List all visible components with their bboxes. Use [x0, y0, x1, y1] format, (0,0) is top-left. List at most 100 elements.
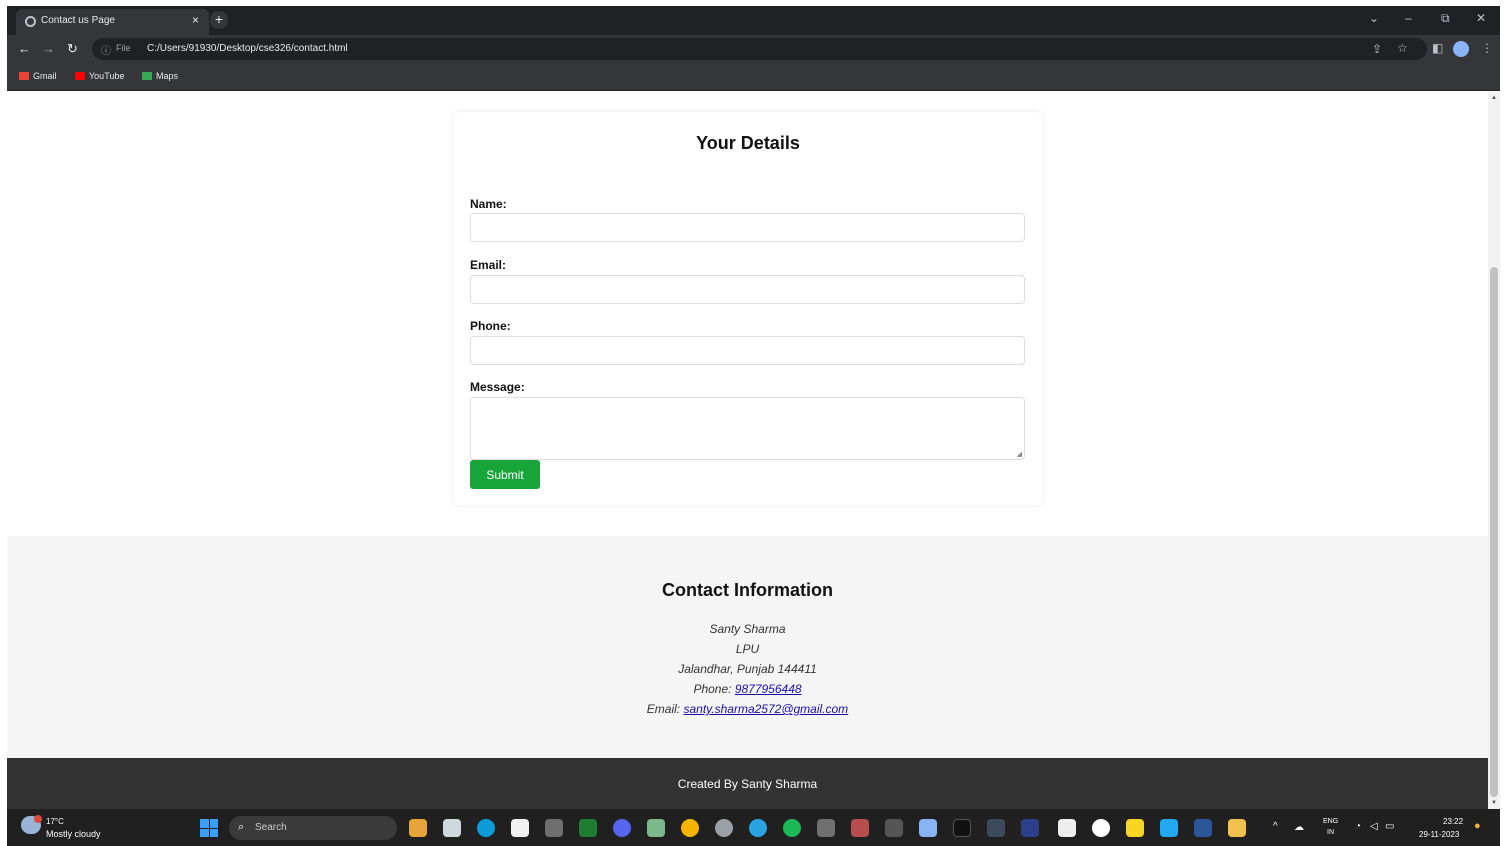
windows-taskbar: 17°C Mostly cloudy ⌕ Search ^ ☁ ENG IN ◔… — [7, 809, 1500, 846]
app-icon-18[interactable] — [987, 819, 1005, 837]
contact-name: Santy Sharma — [709, 622, 786, 636]
url-text[interactable]: C:/Users/91930/Desktop/cse326/contact.ht… — [147, 43, 348, 54]
close-tab-icon[interactable]: × — [192, 13, 199, 27]
app-icon-5[interactable] — [545, 819, 563, 837]
app-icon-22[interactable] — [1126, 819, 1144, 837]
page-footer: Created By Santy Sharma — [7, 758, 1488, 809]
edge-icon[interactable] — [477, 819, 495, 837]
store-icon[interactable] — [511, 819, 529, 837]
youtube-icon — [75, 72, 85, 80]
close-window-icon[interactable]: ✕ — [1476, 11, 1486, 25]
word-icon[interactable] — [1194, 819, 1212, 837]
name-label: Name: — [470, 197, 507, 211]
github-icon[interactable] — [1092, 819, 1110, 837]
bookmark-gmail[interactable]: Gmail — [19, 71, 57, 81]
clock-date[interactable]: 29-11-2023 — [1419, 830, 1459, 839]
spotify-icon[interactable] — [783, 819, 801, 837]
search-label: Search — [255, 822, 287, 833]
browser-toolbar: ← → ↻ ⓘ File C:/Users/91930/Desktop/cse3… — [7, 35, 1500, 63]
app-icon-13[interactable] — [817, 819, 835, 837]
bookmarks-bar: Gmail YouTube Maps — [7, 63, 1500, 91]
menu-kebab-icon[interactable]: ⋮ — [1481, 41, 1493, 55]
tab-search-icon[interactable]: ⌄ — [1369, 11, 1379, 25]
contact-email-line: Email: santy.sharma2572@gmail.com — [7, 702, 1488, 716]
app-icon-19[interactable] — [1021, 819, 1039, 837]
telegram-icon[interactable] — [749, 819, 767, 837]
region-indicator[interactable]: IN — [1327, 829, 1334, 836]
globe-icon — [25, 16, 36, 27]
app-icon-8[interactable] — [647, 819, 665, 837]
app-icon-1[interactable] — [409, 819, 427, 837]
profile-avatar[interactable] — [1453, 41, 1469, 57]
contact-org: LPU — [735, 642, 760, 656]
file-explorer-icon[interactable] — [1228, 819, 1246, 837]
forward-icon[interactable]: → — [42, 41, 55, 56]
submit-button[interactable]: Submit — [470, 460, 540, 489]
message-label: Message: — [470, 380, 525, 394]
weather-alert-icon — [34, 815, 42, 823]
footer-text: Created By Santy Sharma — [677, 777, 818, 791]
scroll-down-icon[interactable]: ▼ — [1491, 800, 1497, 806]
wifi-icon[interactable]: ◔ — [1355, 821, 1361, 832]
app-icon-15[interactable] — [885, 819, 903, 837]
discord-icon[interactable] — [613, 819, 631, 837]
name-input[interactable] — [470, 213, 1025, 242]
phone-input[interactable] — [470, 336, 1025, 365]
app-icon-6[interactable] — [579, 819, 597, 837]
contact-title: Contact Information — [662, 580, 833, 600]
minimize-icon[interactable]: – — [1405, 11, 1412, 25]
app-icon-2[interactable] — [443, 819, 461, 837]
page-viewport: Your Details Name: Email: Phone: Message… — [7, 92, 1488, 809]
details-form-card: Your Details Name: Email: Phone: Message… — [454, 112, 1042, 505]
tray-overflow-icon[interactable]: ^ — [1273, 821, 1278, 832]
volume-icon[interactable]: ◁ — [1370, 821, 1378, 832]
email-link[interactable]: santy.sharma2572@gmail.com — [683, 702, 848, 716]
phone-link[interactable]: 9877956448 — [735, 682, 802, 696]
search-icon: ⌕ — [238, 821, 245, 833]
page-scrollbar[interactable]: ▲ ▼ — [1488, 92, 1500, 809]
bookmark-youtube[interactable]: YouTube — [75, 71, 124, 81]
phone-prefix: Phone: — [693, 682, 735, 696]
app-icon-16[interactable] — [919, 819, 937, 837]
bookmark-maps[interactable]: Maps — [142, 71, 178, 81]
address-bar[interactable]: ⓘ File C:/Users/91930/Desktop/cse326/con… — [92, 38, 1427, 60]
phone-label: Phone: — [470, 319, 511, 333]
contact-address: Jalandhar, Punjab 144411 — [678, 662, 817, 676]
contact-information-section: Contact Information Santy Sharma LPU Jal… — [7, 536, 1488, 758]
side-panel-icon[interactable]: ◧ — [1432, 41, 1443, 55]
bookmark-star-icon[interactable]: ☆ — [1397, 41, 1408, 55]
tab-contact-us[interactable]: Contact us Page × — [16, 9, 209, 35]
email-label: Email: — [470, 258, 507, 272]
scroll-up-icon[interactable]: ▲ — [1491, 95, 1497, 101]
windows-start-icon[interactable] — [200, 819, 218, 837]
chrome-icon[interactable] — [681, 819, 699, 837]
notification-bell-icon[interactable]: ● — [1474, 820, 1481, 832]
app-icon-14[interactable] — [851, 819, 869, 837]
app-icon-20[interactable] — [1058, 819, 1076, 837]
battery-icon[interactable]: ▭ — [1385, 821, 1394, 832]
weather-temperature[interactable]: 17°C — [46, 817, 64, 826]
gmail-icon — [19, 72, 29, 80]
email-prefix: Email: — [646, 702, 684, 716]
file-scheme-label: File — [116, 43, 131, 53]
app-icon-17[interactable] — [953, 819, 971, 837]
new-tab-button[interactable]: + — [210, 11, 228, 29]
reload-icon[interactable]: ↻ — [67, 41, 78, 57]
back-icon[interactable]: ← — [18, 41, 31, 56]
language-indicator[interactable]: ENG — [1323, 818, 1338, 825]
message-textarea[interactable]: ◢ — [470, 397, 1025, 460]
weather-condition[interactable]: Mostly cloudy — [46, 829, 101, 839]
vscode-icon[interactable] — [1160, 819, 1178, 837]
taskbar-search[interactable]: ⌕ Search — [229, 816, 397, 840]
bookmark-label: Maps — [156, 71, 179, 81]
tab-strip: Contact us Page × + ⌄ – ⧉ ✕ — [7, 6, 1500, 35]
email-input[interactable] — [470, 275, 1025, 304]
resize-grip-icon[interactable]: ◢ — [1017, 450, 1022, 458]
restore-icon[interactable]: ⧉ — [1441, 11, 1450, 26]
site-info-icon[interactable]: ⓘ — [101, 42, 111, 57]
app-icon-10[interactable] — [715, 819, 733, 837]
scrollbar-thumb[interactable] — [1490, 267, 1498, 797]
share-icon[interactable]: ⇪ — [1372, 42, 1382, 56]
onedrive-icon[interactable]: ☁ — [1294, 822, 1304, 833]
clock-time[interactable]: 23:22 — [1443, 817, 1463, 826]
